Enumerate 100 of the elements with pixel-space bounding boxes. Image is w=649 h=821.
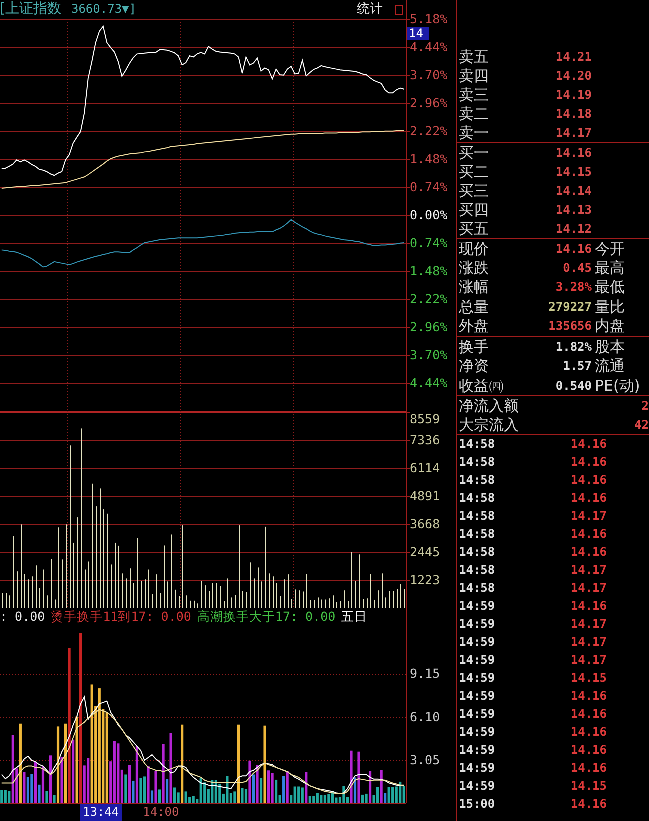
quote-label: 总量: [459, 298, 490, 316]
tick-time: 14:59: [459, 742, 496, 758]
tick-price: 14.16: [570, 598, 607, 614]
axis-label: 0.00%: [410, 208, 448, 222]
axis-label: 3.70%: [410, 348, 448, 362]
axis-label: 4891: [410, 488, 440, 504]
tick-time: 14:58: [459, 580, 496, 596]
square-icon[interactable]: [395, 4, 403, 14]
order-price: 14.14: [554, 182, 592, 198]
tick-time: 14:59: [459, 724, 496, 740]
order-label: 卖五: [459, 48, 490, 66]
order-price: 14.15: [554, 164, 592, 180]
axis-label: 6.10: [410, 709, 440, 724]
tick-price: 14.17: [570, 508, 607, 524]
order-label: 买三: [459, 182, 490, 200]
tick-time: 14:58: [459, 472, 496, 488]
tick-price: 14.16: [570, 724, 607, 740]
index-name: [上证指数: [0, 1, 62, 18]
axis-label: 4.44%: [410, 376, 448, 390]
quote-label: 收益㈣: [459, 376, 505, 395]
cursor-price-tag: 14: [407, 26, 429, 40]
tick-price: 14.16: [570, 796, 607, 812]
tick-time: 14:58: [459, 454, 496, 470]
tick-time: 14:59: [459, 670, 496, 686]
tick-price: 14.16: [570, 526, 607, 542]
axis-label: 5.18%: [410, 12, 448, 26]
tick-price: 14.17: [570, 562, 607, 578]
tick-time: 14:58: [459, 544, 496, 560]
axis-label: 2.96%: [410, 320, 448, 334]
tick-price: 14.16: [570, 454, 607, 470]
quote-label: 流通: [595, 357, 626, 376]
quote-value: 1.82%: [554, 338, 592, 355]
tick-time: 14:59: [459, 652, 496, 668]
tick-price: 14.16: [570, 436, 607, 452]
axis-label: 2445: [410, 544, 440, 560]
tick-time: 14:59: [459, 778, 496, 794]
axis-label: 1.48%: [410, 264, 448, 278]
order-label: 买五: [459, 220, 490, 238]
quote-label: 换手: [459, 338, 490, 356]
order-label: 卖一: [459, 124, 490, 142]
indicator-value: 五日: [342, 609, 368, 625]
axis-label: 2.22%: [410, 124, 448, 138]
tick-time: 14:59: [459, 616, 496, 632]
indicator-value: : 0.00: [0, 609, 46, 625]
tick-price: 14.17: [570, 616, 607, 632]
cursor-time-label: 13:44: [80, 804, 122, 821]
flow-label: 净流入额: [459, 396, 520, 415]
tick-price: 14.16: [570, 472, 607, 488]
quote-value: 14.16: [554, 240, 592, 257]
order-label: 卖三: [459, 86, 490, 104]
order-price: 14.16: [554, 144, 592, 160]
axis-label: 0.74%: [410, 236, 448, 250]
order-label: 卖二: [459, 104, 490, 122]
axis-label: 8559: [410, 412, 440, 426]
tick-time: 14:58: [459, 508, 496, 524]
order-price: 14.13: [554, 202, 592, 218]
quote-label: 量比: [595, 298, 626, 316]
axis-label: 3668: [410, 516, 440, 532]
quote-label: 今开: [595, 240, 626, 258]
tick-time: 14:59: [459, 760, 496, 776]
quote-value: 3.28%: [554, 279, 592, 296]
tick-time: 15:00: [459, 796, 496, 812]
tick-price: 14.16: [570, 706, 607, 722]
tick-price: 14.15: [570, 670, 607, 686]
axis-label: 6114: [410, 460, 440, 476]
tick-time: 14:58: [459, 526, 496, 542]
index-quote: 3660.73▼]: [71, 1, 136, 18]
axis-label: 7336: [410, 432, 440, 448]
quote-label: 净资: [459, 357, 490, 376]
tick-price: 14.16: [570, 490, 607, 506]
quote-value: 1.57: [562, 358, 592, 374]
order-price: 14.19: [554, 86, 592, 102]
tick-price: 14.16: [570, 544, 607, 560]
tick-time: 14:59: [459, 598, 496, 614]
stats-button[interactable]: 统计: [355, 2, 385, 18]
axis-label: 0.74%: [410, 180, 448, 194]
axis-label: 4.44%: [410, 40, 448, 54]
tick-time: 14:58: [459, 490, 496, 506]
axis-label: 1223: [410, 572, 440, 588]
time-axis-label: 14:00: [143, 804, 180, 821]
quote-value: 0.540: [554, 378, 592, 394]
indicator-value: 高潮换手大于17: 0.00: [197, 609, 336, 625]
order-label: 买二: [459, 162, 490, 180]
axis-label: 3.05: [410, 752, 440, 768]
tick-price: 14.17: [570, 652, 607, 668]
quote-label: 股本: [595, 338, 626, 356]
tick-price: 14.16: [570, 760, 607, 776]
tick-time: 14:58: [459, 436, 496, 452]
tick-price: 14.17: [570, 634, 607, 650]
tick-price: 14.17: [570, 580, 607, 596]
quote-label: 涨幅: [459, 278, 490, 296]
order-price: 14.21: [554, 48, 592, 64]
quote-label: 内盘: [595, 317, 626, 336]
quote-label: 最低: [595, 278, 626, 296]
axis-label: 9.15: [410, 666, 440, 682]
order-price: 14.20: [554, 68, 592, 84]
quote-label: 现价: [459, 240, 490, 258]
quote-value: 279227: [548, 298, 592, 315]
axis-label: 2.22%: [410, 292, 448, 306]
flow-value: 2: [642, 398, 649, 413]
